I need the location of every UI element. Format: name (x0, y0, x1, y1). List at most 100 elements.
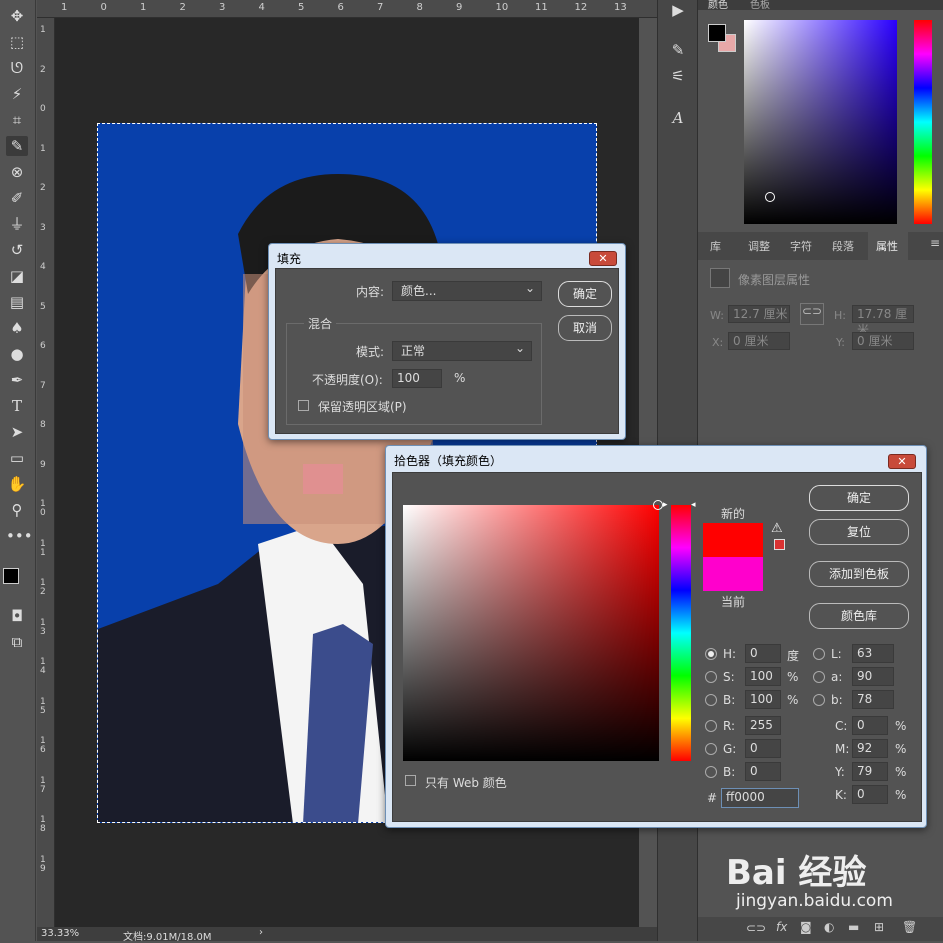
eraser-icon[interactable]: ◪ (6, 266, 28, 286)
gradient-icon[interactable]: ▤ (6, 292, 28, 312)
tab-libraries[interactable]: 库 (710, 238, 721, 254)
ruler-left-label: 19 (40, 854, 46, 874)
y-input[interactable]: 79 (852, 762, 888, 781)
radio-s[interactable] (705, 671, 717, 683)
y-field[interactable]: 0 厘米 (852, 332, 914, 350)
eyedropper-icon[interactable]: ✎ (6, 136, 28, 156)
patch-icon[interactable]: ⊗ (6, 162, 28, 182)
radio-a[interactable] (813, 671, 825, 683)
radio-g[interactable] (705, 743, 717, 755)
marquee-icon[interactable]: ⬚ (6, 32, 28, 52)
color-field[interactable] (744, 20, 897, 224)
picker-field-cursor[interactable] (653, 500, 663, 510)
radio-l[interactable] (813, 648, 825, 660)
pen-icon[interactable]: ✒ (6, 370, 28, 390)
h-field[interactable]: 17.78 厘米 (852, 305, 914, 337)
new-layer-icon[interactable]: ⊞ (874, 920, 884, 934)
foreground-color-swatch[interactable] (3, 568, 19, 584)
fill-close-icon[interactable]: ✕ (589, 251, 617, 266)
group-icon[interactable]: ▬ (848, 920, 859, 934)
blue-input[interactable]: 0 (745, 762, 781, 781)
picker-reset-button[interactable]: 复位 (809, 519, 909, 545)
tab-color[interactable]: 颜色 (708, 0, 728, 11)
hand-icon[interactable]: ✋ (6, 474, 28, 494)
picker-close-icon[interactable]: ✕ (888, 454, 916, 469)
h-input[interactable]: 0 (745, 644, 781, 663)
color-field-cursor[interactable] (765, 192, 775, 202)
ruler-left-label: 15 (40, 696, 46, 716)
link-layers-icon[interactable]: ⊂⊃ (746, 921, 766, 935)
color-libraries-button[interactable]: 颜色库 (809, 603, 909, 629)
tab-properties[interactable]: 属性 (876, 238, 898, 254)
hex-input[interactable]: ff0000 (721, 788, 799, 808)
tab-adjustments[interactable]: 调整 (748, 238, 770, 254)
brush-presets-icon[interactable]: ⚟ (667, 66, 689, 86)
radio-lab-b[interactable] (813, 694, 825, 706)
status-arrow-icon[interactable]: › (259, 927, 263, 938)
radio-b[interactable] (705, 694, 717, 706)
type-icon[interactable]: T (6, 396, 28, 416)
path-select-icon[interactable]: ➤ (6, 422, 28, 442)
panel-foreground-swatch[interactable] (708, 24, 726, 42)
tab-paragraph[interactable]: 段落 (832, 238, 854, 254)
preserve-checkbox[interactable] (298, 400, 309, 411)
w-field[interactable]: 12.7 厘米 (728, 305, 790, 323)
move-icon[interactable]: ✥ (6, 6, 28, 26)
lab-b-input[interactable]: 78 (852, 690, 894, 709)
stamp-icon[interactable]: ⏚ (6, 214, 28, 234)
magic-wand-icon[interactable]: ⚡ (6, 84, 28, 104)
picker-hue-slider[interactable] (671, 505, 691, 761)
more-icon[interactable]: ••• (6, 526, 33, 546)
link-icon[interactable]: ⊂⊃ (800, 303, 824, 325)
zoom-icon[interactable]: ⚲ (6, 500, 28, 520)
l-input[interactable]: 63 (852, 644, 894, 663)
b-input[interactable]: 100 (745, 690, 781, 709)
add-to-swatches-button[interactable]: 添加到色板 (809, 561, 909, 587)
hue-slider-left-arrow-icon[interactable]: ▸ (663, 500, 668, 510)
x-field[interactable]: 0 厘米 (728, 332, 790, 350)
current-color-swatch[interactable] (703, 557, 763, 591)
crop-icon[interactable]: ⌗ (6, 110, 28, 130)
r-input[interactable]: 255 (745, 716, 781, 735)
character-style-icon[interactable]: A (667, 108, 689, 128)
fill-ok-button[interactable]: 确定 (558, 281, 612, 307)
brush-settings-icon[interactable]: ✎ (667, 40, 689, 60)
g-input[interactable]: 0 (745, 739, 781, 758)
m-input[interactable]: 92 (852, 739, 888, 758)
radio-r[interactable] (705, 720, 717, 732)
adjustment-icon[interactable]: ◐ (824, 920, 834, 934)
blur-icon[interactable]: ♠ (6, 318, 28, 338)
dodge-icon[interactable]: ● (6, 344, 28, 364)
k-input[interactable]: 0 (852, 785, 888, 804)
rectangle-icon[interactable]: ▭ (6, 448, 28, 468)
play-icon[interactable]: ▶ (667, 0, 689, 20)
fx-icon[interactable]: fx (776, 920, 787, 934)
tab-swatches[interactable]: 色板 (750, 0, 770, 11)
picker-color-field[interactable] (403, 500, 663, 761)
c-input[interactable]: 0 (852, 716, 888, 735)
fill-cancel-button[interactable]: 取消 (558, 315, 612, 341)
quick-mask-icon[interactable]: ◘ (6, 606, 28, 626)
mode-select[interactable]: 正常 (392, 339, 532, 361)
mask-icon[interactable]: ◙ (800, 920, 812, 934)
content-select[interactable]: 颜色... (392, 279, 542, 301)
s-input[interactable]: 100 (745, 667, 781, 686)
screen-mode-icon[interactable]: ⧉ (6, 632, 28, 652)
brush-icon[interactable]: ✐ (6, 188, 28, 208)
lasso-icon[interactable]: ᘎ (6, 58, 28, 78)
out-of-gamut-warning-icon[interactable]: ⚠ (771, 521, 783, 536)
history-brush-icon[interactable]: ↺ (6, 240, 28, 260)
hue-slider-right-arrow-icon[interactable]: ◂ (691, 500, 696, 510)
a-input[interactable]: 90 (852, 667, 894, 686)
hue-slider[interactable] (914, 20, 932, 224)
opacity-input[interactable]: 100 (392, 369, 442, 388)
tab-character[interactable]: 字符 (790, 238, 812, 254)
web-only-checkbox[interactable] (405, 775, 416, 786)
radio-h[interactable] (705, 648, 717, 660)
zoom-level[interactable]: 33.33% (41, 928, 79, 939)
trash-icon[interactable]: 🗑 (902, 920, 917, 934)
gamut-correction-swatch[interactable] (774, 539, 785, 550)
picker-ok-button[interactable]: 确定 (809, 485, 909, 511)
panel-menu-icon[interactable]: ≡ (930, 236, 940, 250)
radio-blue[interactable] (705, 766, 717, 778)
